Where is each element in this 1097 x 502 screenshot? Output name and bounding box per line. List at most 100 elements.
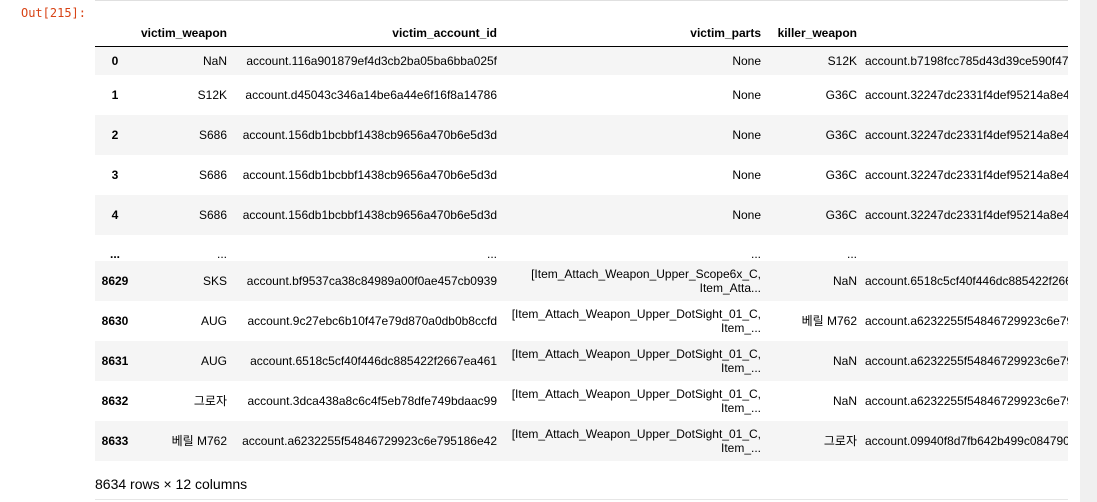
row-index: 8633 — [101, 433, 129, 448]
cell-killer-account: account.6518c5cf40f446dc885422f266 — [865, 273, 1068, 288]
table-row: 8631 AUG account.6518c5cf40f446dc885422f… — [95, 340, 1068, 381]
cell-victim-account-id: account.bf9537ca38c84989a00f0ae457cb0939 — [246, 273, 497, 288]
cell-victim-parts: None — [732, 53, 761, 68]
cell-text-line: Item_... — [720, 400, 761, 415]
cell-text-line: [Item_Attach_Weapon_Upper_DotSight_01_C, — [511, 346, 761, 361]
cell-killer-weapon: NaN — [832, 393, 857, 408]
cell-text-line: [Item_Attach_Weapon_Upper_DotSight_01_C, — [511, 386, 761, 401]
column-header-victim-weapon: victim_weapon — [135, 20, 231, 47]
vertical-scrollbar[interactable] — [1080, 0, 1097, 502]
cell-victim-parts: None — [732, 167, 761, 182]
column-header-victim-account-id: victim_account_id — [231, 20, 501, 47]
cell-killer-account: account.a6232255f54846729923c6e795 — [865, 393, 1068, 408]
cell-victim-parts: None — [732, 127, 761, 142]
cell-killer-weapon: G36C — [825, 207, 857, 222]
cell-victim-parts: [Item_Attach_Weapon_Upper_DotSight_01_C,… — [501, 421, 765, 461]
cell-killer-account — [861, 235, 1068, 261]
table-row: 8632 그로자 account.3dca438a8c6c4f5eb78dfe7… — [95, 381, 1068, 421]
divider — [95, 499, 1068, 500]
cell-victim-parts: [Item_Attach_Weapon_Upper_DotSight_01_C,… — [501, 381, 765, 421]
table-row: 8633 베릴 M762 account.a6232255f5484672992… — [95, 420, 1068, 461]
row-index: ... — [109, 246, 120, 261]
row-index: 0 — [111, 53, 119, 68]
cell-victim-account-id: account.a6232255f54846729923c6e795186e42 — [242, 433, 497, 448]
cell-killer-weapon: NaN — [832, 353, 857, 368]
row-index: 8631 — [101, 353, 129, 368]
cell-victim-parts: None — [732, 207, 761, 222]
column-header-victim-parts: victim_parts — [501, 20, 765, 47]
cell-victim-account-id: account.6518c5cf40f446dc885422f2667ea461 — [250, 353, 497, 368]
cell-victim-account-id: ... — [486, 246, 497, 261]
cell-victim-weapon: AUG — [200, 313, 227, 328]
header-row: victim_weapon victim_account_id victim_p… — [95, 20, 1068, 47]
cell-text-line: Item_... — [720, 440, 761, 455]
cell-killer-weapon: G36C — [825, 127, 857, 142]
cell-victim-account-id: account.116a901879ef4d3cb2ba05ba6bba025f — [246, 53, 497, 68]
cell-victim-parts: ... — [750, 246, 761, 261]
table-row: 0 NaN account.116a901879ef4d3cb2ba05ba6b… — [95, 46, 1068, 75]
column-header-killer-account: killer_acc — [861, 20, 1068, 47]
row-index: 2 — [111, 127, 119, 142]
cell-killer-weapon: NaN — [832, 273, 857, 288]
index-header — [95, 20, 135, 47]
row-index: 1 — [111, 87, 119, 102]
cell-victim-weapon: ... — [216, 246, 227, 261]
ellipsis-row: ... ... ... ... ... — [95, 235, 1068, 261]
cell-text-line: [Item_Attach_Weapon_Upper_DotSight_01_C, — [511, 426, 761, 441]
cell-victim-parts: [Item_Attach_Weapon_Upper_DotSight_01_C,… — [501, 341, 765, 381]
table-row: 3 S686 account.156db1bcbbf1438cb9656a470… — [95, 155, 1068, 195]
cell-killer-account: account.32247dc2331f4def95214a8e4 — [865, 167, 1068, 182]
output-area: victim_weapon victim_account_id victim_p… — [88, 0, 1080, 502]
cell-killer-weapon: 베릴 M762 — [801, 314, 857, 328]
cell-victim-weapon: S686 — [198, 207, 227, 222]
cell-victim-account-id: account.9c27ebc6b10f47e79d870a0db0b8ccfd — [247, 313, 497, 328]
cell-victim-weapon: NaN — [202, 53, 227, 68]
cell-killer-account: account.09940f8d7fb642b499c084790 — [865, 433, 1068, 448]
cell-victim-account-id: account.156db1bcbbf1438cb9656a470b6e5d3d — [242, 167, 497, 182]
cell-killer-weapon: 그로자 — [823, 434, 857, 448]
row-index: 4 — [111, 207, 119, 222]
column-header-killer-weapon: killer_weapon — [765, 20, 861, 47]
cell-killer-weapon: G36C — [825, 87, 857, 102]
cell-killer-weapon: G36C — [825, 167, 857, 182]
cell-killer-account: account.32247dc2331f4def95214a8e4 — [865, 127, 1068, 142]
cell-killer-account: account.a6232255f54846729923c6e795 — [865, 353, 1068, 368]
dataframe-scroll-container[interactable]: victim_weapon victim_account_id victim_p… — [88, 0, 1068, 462]
table-row: 1 S12K account.d45043c346a14be6a44e6f16f… — [95, 75, 1068, 115]
cell-killer-weapon: ... — [846, 246, 857, 261]
row-index: 8632 — [101, 393, 129, 408]
cell-text-line: [Item_Attach_Weapon_Upper_DotSight_01_C, — [511, 306, 761, 321]
cell-killer-account: account.b7198fcc785d43d39ce590f472 — [865, 53, 1068, 68]
row-index: 8629 — [101, 273, 129, 288]
cell-victim-account-id: account.156db1bcbbf1438cb9656a470b6e5d3d — [242, 127, 497, 142]
dataframe-shape-info: 8634 rows × 12 columns — [95, 476, 248, 492]
table-row: 8629 SKS account.bf9537ca38c84989a00f0ae… — [95, 260, 1068, 301]
cell-victim-parts: [Item_Attach_Weapon_Upper_Scope6x_C, Item… — [501, 261, 765, 301]
cell-victim-weapon: S686 — [198, 127, 227, 142]
cell-victim-weapon: S12K — [197, 87, 227, 102]
cell-killer-account: account.32247dc2331f4def95214a8e4 — [865, 207, 1068, 222]
cell-text-line: Item_... — [720, 360, 761, 375]
cell-victim-weapon: 그로자 — [193, 394, 227, 408]
cell-victim-account-id: account.156db1bcbbf1438cb9656a470b6e5d3d — [242, 207, 497, 222]
cell-text-line: [Item_Attach_Weapon_Upper_Scope6x_C, — [531, 266, 761, 281]
table-row: 4 S686 account.156db1bcbbf1438cb9656a470… — [95, 194, 1068, 235]
cell-killer-account: account.32247dc2331f4def95214a8e4 — [865, 87, 1068, 102]
output-prompt: Out[215]: — [20, 6, 86, 20]
cell-killer-weapon: S12K — [827, 53, 857, 68]
cell-victim-parts: None — [732, 87, 761, 102]
row-index: 8630 — [101, 313, 129, 328]
cell-victim-parts: [Item_Attach_Weapon_Upper_DotSight_01_C,… — [501, 301, 765, 341]
row-index: 3 — [111, 167, 119, 182]
divider — [95, 0, 1068, 1]
cell-victim-weapon: S686 — [198, 167, 227, 182]
cell-victim-weapon: SKS — [202, 273, 227, 288]
cell-victim-weapon: 베릴 M762 — [171, 434, 227, 448]
cell-victim-weapon: AUG — [200, 353, 227, 368]
table-row: 8630 AUG account.9c27ebc6b10f47e79d870a0… — [95, 301, 1068, 341]
table-row: 2 S686 account.156db1bcbbf1438cb9656a470… — [95, 114, 1068, 155]
dataframe-table: victim_weapon victim_account_id victim_p… — [95, 20, 1068, 461]
cell-victim-account-id: account.d45043c346a14be6a44e6f16f8a14786 — [245, 87, 497, 102]
cell-victim-account-id: account.3dca438a8c6c4f5eb78dfe749bdaac99 — [247, 393, 497, 408]
cell-killer-account: account.a6232255f54846729923c6e795 — [865, 313, 1068, 328]
